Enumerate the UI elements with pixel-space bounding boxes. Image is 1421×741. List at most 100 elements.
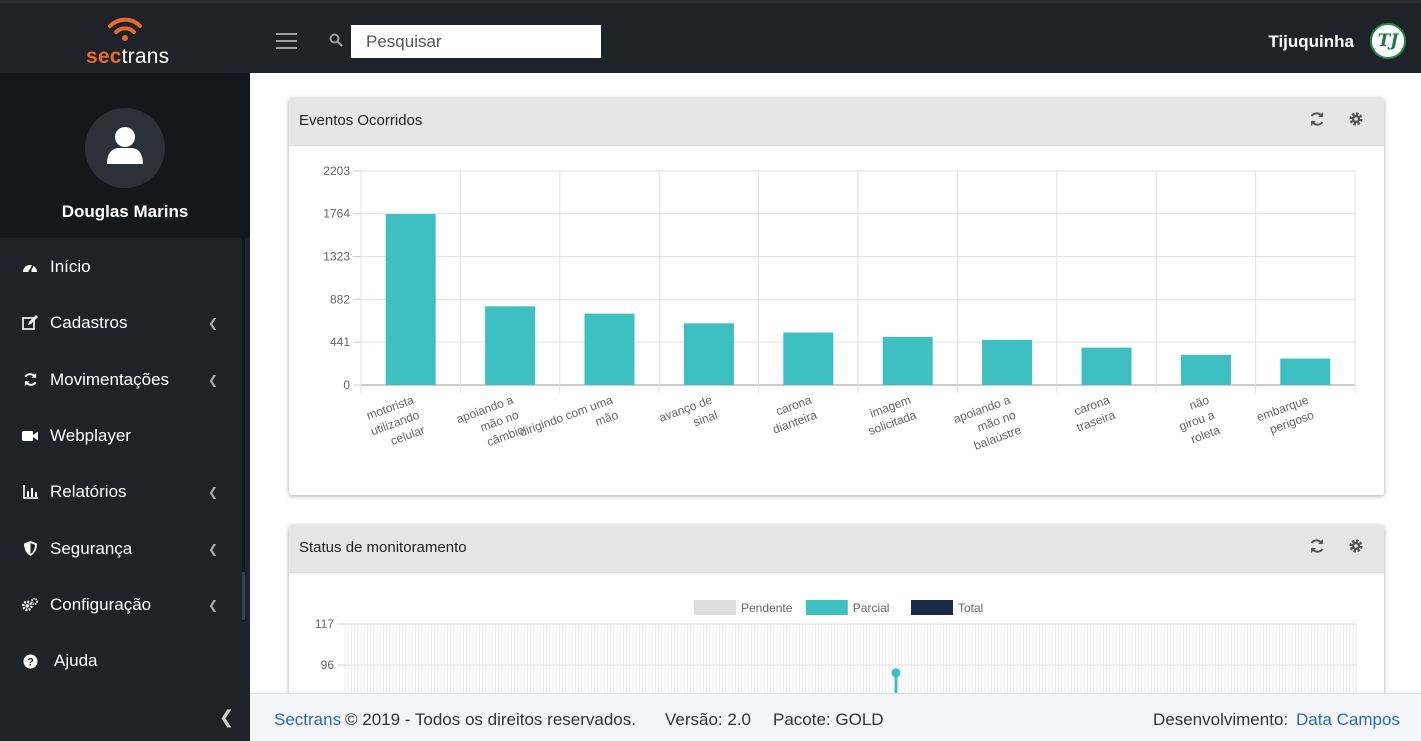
legend-swatch [911,600,953,615]
sidebar-item-inicio[interactable]: Início [0,239,242,295]
sidebar-item-label: Webplayer [50,426,131,446]
main-content: Eventos Ocorridos 0 441 882 1323 1764 2203 mot… [250,73,1421,693]
copyright-text: © 2019 - Todos os direitos reservados. [345,710,636,729]
x-tick-label: caronadianteira [771,393,819,437]
refresh-icon[interactable] [1309,538,1325,554]
sidebar-footer [0,693,250,741]
sidebar-item-webplayer[interactable]: Webplayer [0,408,242,464]
chevron-left-icon: ❮ [207,372,218,387]
bar [882,336,933,385]
sidebar-item-ajuda[interactable]: ? Ajuda [0,633,242,689]
svg-text:?: ? [27,656,34,668]
x-tick-label: apoiando amão nobalaústre [952,393,1024,453]
legend-item: Pendente [694,600,793,615]
x-tick-label: embarqueperigoso [1255,393,1316,437]
y-tick-label: 2203 [323,164,350,178]
sidebar: Douglas Marins Início Cadastros ❮ Movime… [0,73,250,693]
x-tick-label: motoristautilizandocelular [365,393,427,448]
refresh-icon [22,372,38,388]
y-tick-label: 882 [330,292,350,306]
y-tick-label: 1323 [323,249,350,263]
sidebar-item-configuracao[interactable]: Configuração ❮ [0,577,242,633]
legend-label: Total [958,601,983,615]
monitoring-status-chart: Pendente Parcial Total 96 117 [315,600,1357,693]
company-name[interactable]: Tijuquinha [1268,32,1354,52]
sidebar-item-movimentacoes[interactable]: Movimentações ❮ [0,352,242,408]
package-text: Pacote: GOLD [773,710,884,729]
company-logo[interactable]: TJ [1370,23,1406,59]
sidebar-menu: Início Cadastros ❮ Movimentações ❮ Webpl… [0,239,242,689]
sectrans-logo[interactable]: sectrans [0,3,250,76]
bar-chart-icon [22,484,38,500]
gear-icon[interactable] [1348,111,1364,127]
sidebar-item-label: Cadastros [50,313,128,333]
refresh-icon[interactable] [1309,111,1325,127]
x-tick-label: caronatraseira [1072,393,1117,435]
x-tick-label: imagemsolicitada [866,393,918,438]
y-tick-label: 0 [343,378,350,392]
y-tick-label: 1764 [323,207,350,221]
bar [1280,358,1331,385]
sidebar-item-label: Movimentações [50,369,170,389]
panel-title: Eventos Ocorridos [299,112,423,129]
bar [1180,354,1231,385]
developer-label: Desenvolvimento: [1153,710,1289,729]
video-camera-icon [22,428,38,444]
x-tick-label: dirigindo com umamão [518,393,621,440]
legend-label: Parcial [853,601,890,615]
chevron-left-icon: ❮ [207,485,218,500]
x-tick-label: avanço desinal [657,393,719,430]
brand-link[interactable]: Sectrans [274,710,341,730]
legend-label: Pendente [741,601,793,615]
events-panel: Eventos Ocorridos 0 441 882 1323 1764 2203 mot… [289,98,1384,495]
question-circle-icon: ? [22,653,38,669]
user-profile: Douglas Marins [0,73,250,238]
panel-header: Status de monitoramento [289,525,1384,573]
avatar[interactable] [85,108,165,188]
monitoring-status-panel: Status de monitoramento Pendente Parcial T… [289,525,1384,693]
data-point [891,668,901,678]
sidebar-item-seguranca[interactable]: Segurança ❮ [0,520,242,576]
bar [783,332,834,385]
sidebar-item-relatorios[interactable]: Relatórios ❮ [0,464,242,520]
wifi-signal-icon [108,17,142,41]
panel-title: Status de monitoramento [299,539,467,556]
bar [584,313,635,385]
chevron-left-icon: ❮ [207,316,218,331]
sidebar-item-cadastros[interactable]: Cadastros ❮ [0,295,242,351]
gear-icon[interactable] [1348,538,1364,554]
bar [385,214,436,385]
search-input[interactable] [351,25,601,58]
sidebar-item-label: Início [50,257,91,277]
collapse-sidebar-chevron-icon[interactable]: ❮ [219,707,234,728]
sidebar-item-label: Relatórios [50,482,127,502]
chevron-left-icon: ❮ [207,597,218,612]
sidebar-item-label: Configuração [50,594,152,614]
legend-swatch [805,600,848,615]
bar [485,306,536,385]
events-bar-chart: 0 441 882 1323 1764 2203 motoristautilizandoce… [323,164,1356,453]
search-icon [329,33,343,47]
legend-item: Parcial [805,600,890,615]
sidebar-item-label: Ajuda [54,651,98,671]
sidebar-item-label: Segurança [50,538,133,558]
edit-icon [22,315,38,331]
legend-item: Total [911,600,983,615]
bar [982,339,1033,385]
x-tick-label: apoiando amão nocâmbio [455,393,527,450]
y-tick-label: 441 [330,335,350,349]
bar [1081,347,1132,385]
sidebar-scrollbar-track[interactable] [242,166,245,621]
chevron-left-icon: ❮ [207,541,218,556]
legend-swatch [694,600,736,615]
hamburger-menu-icon[interactable] [276,33,297,51]
developer-link[interactable]: Data Campos [1296,710,1400,730]
user-name: Douglas Marins [61,202,189,221]
version-text: Versão: 2.0 [665,710,752,729]
cogs-icon [22,597,38,613]
sidebar-scrollbar-thumb[interactable] [242,572,245,620]
top-navbar: sectrans Tijuquinha TJ [0,0,1421,73]
y-tick-label: 96 [321,658,335,672]
footer: Sectrans © 2019 - Todos os direitos rese… [250,693,1421,741]
x-tick-label: nãogirou aroleta [1177,393,1222,447]
